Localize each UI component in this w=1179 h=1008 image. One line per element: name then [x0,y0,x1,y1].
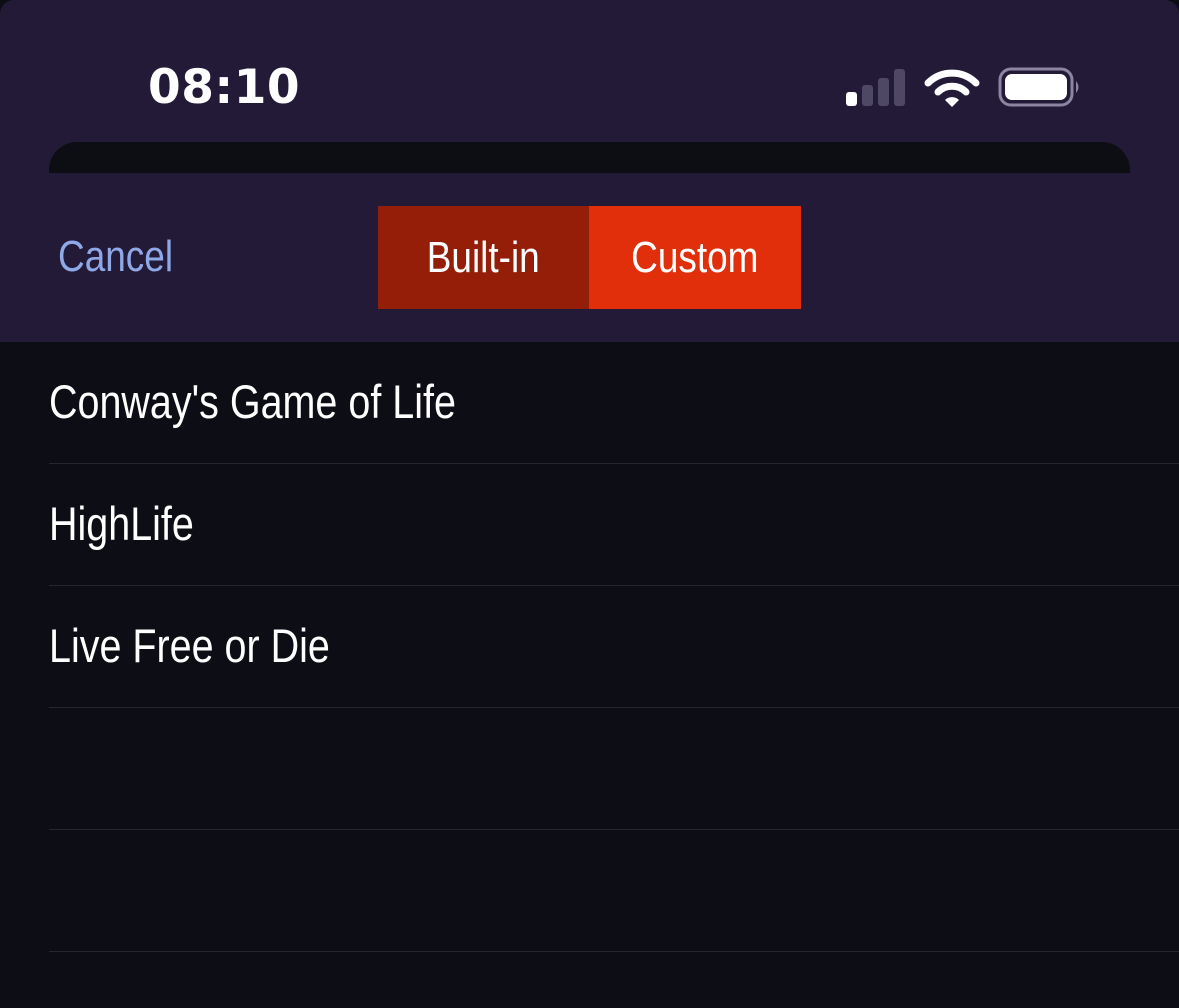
wifi-icon [924,69,980,107]
segment-custom-label: Custom [631,232,759,282]
segment-custom[interactable]: Custom [589,206,801,309]
list-item-label: Live Free or Die [49,619,330,672]
list-item-label: Conway's Game of Life [49,375,456,428]
segment-built-in-label: Built-in [427,232,540,282]
rules-list: Conway's Game of Life HighLife Live Free… [0,342,1179,952]
status-time: 08:10 [148,60,301,115]
rules-segmented-control: Built-in Custom [378,206,801,309]
sheet-top-edge [49,142,1130,173]
cancel-button[interactable]: Cancel [58,226,173,288]
list-item-empty [49,708,1179,830]
list-item[interactable]: Live Free or Die [49,586,1179,708]
screen: 08:10 Cancel Built-in Custom Conway's Ga… [0,0,1179,1008]
battery-icon [998,67,1079,107]
list-item-label: HighLife [49,497,194,550]
cellular-signal-icon [846,68,906,106]
list-item-empty [49,830,1179,952]
list-item[interactable]: Conway's Game of Life [49,342,1179,464]
segment-built-in[interactable]: Built-in [378,206,589,309]
list-item[interactable]: HighLife [49,464,1179,586]
header: 08:10 Cancel Built-in Custom [0,0,1179,342]
